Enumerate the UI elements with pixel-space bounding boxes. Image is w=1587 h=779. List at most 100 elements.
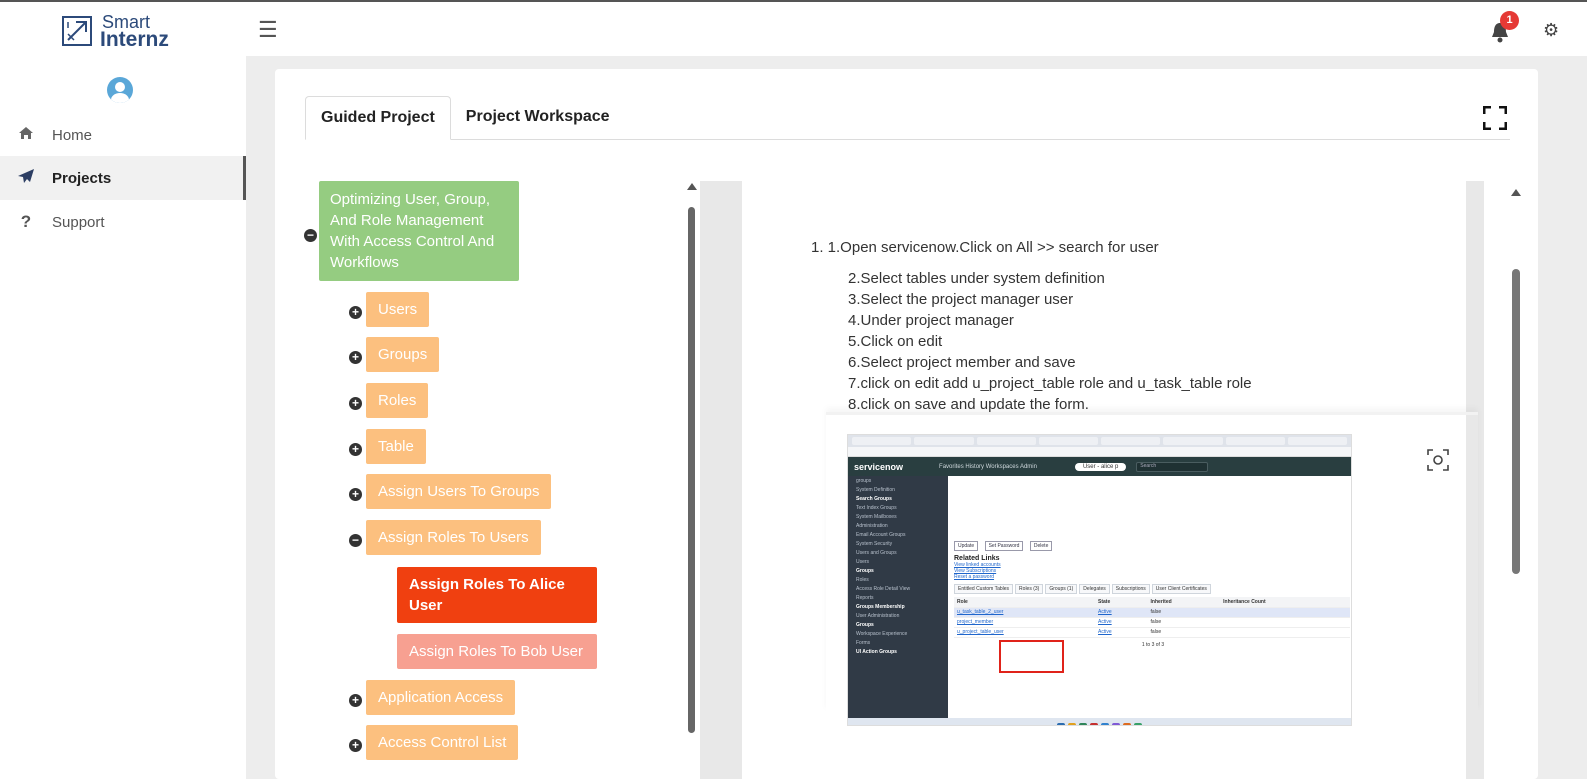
step-list: 1. 1.Open servicenow.Click on All >> sea… [811,237,1252,415]
sn-column-header: Inheritance Count [1220,597,1350,608]
sn-nav-item: Groups [856,622,874,628]
servicenow-menu: Favorites History Workspaces Admin [939,463,1037,470]
fullscreen-icon[interactable] [1482,105,1508,131]
sn-cell: false [1147,607,1221,618]
sidebar: Home Projects ? Support [0,56,246,779]
sn-roles-table: Role State Inherited Inheritance Count u… [954,597,1350,638]
sn-nav-item: System Definition [856,487,895,493]
sn-cell [1220,617,1350,628]
sn-nav-item: Workspace Experience [856,631,908,637]
sn-nav-item: Administration [856,523,888,529]
servicenow-nav: groups System Definition Search Groups T… [848,476,948,718]
sn-nav-item: Email Account Groups [856,532,906,538]
sn-cell: false [1147,627,1221,638]
step-item: 6.Select project member and save [848,354,1076,371]
tree-node-users[interactable]: Users [366,292,430,327]
sn-cell: Active [1095,617,1148,628]
expand-toggle-icon[interactable]: + [349,488,362,501]
tree-node-assign-users-to-groups[interactable]: Assign Users To Groups [366,474,552,509]
notifications-bell-icon[interactable]: 1 [1490,11,1519,43]
step-item: 1. 1.Open servicenow.Click on All >> sea… [811,239,1159,256]
paper-plane-icon [0,168,52,189]
sn-related-tabs: Entitled Custom Tables Roles (3) Groups … [954,584,1351,594]
servicenow-user-pill: User - alice p [1074,462,1127,471]
sidebar-item-support[interactable]: ? Support [0,200,246,244]
project-tree: − Optimizing User, Group, And Role Manag… [299,179,699,779]
sn-nav-item: Reports [856,595,874,601]
sn-set-password-button: Set Password [984,541,1024,551]
sn-nav-item: Groups [856,568,874,574]
sn-column-header: Inherited [1147,597,1221,608]
expand-toggle-icon[interactable]: + [349,306,362,319]
tree-node-table[interactable]: Table [366,429,426,464]
sn-cell: Active [1095,607,1148,618]
tree-scrollbar[interactable] [686,183,697,743]
expand-toggle-icon[interactable]: + [349,694,362,707]
sn-nav-item: Access Role Detail View [856,586,911,592]
scrollbar-thumb[interactable] [1512,269,1520,574]
expand-toggle-icon[interactable]: + [349,739,362,752]
step-item: 2.Select tables under system definition [848,270,1105,287]
sn-cell: u_project_table_user [954,627,1096,638]
sidebar-item-label: Support [52,213,105,231]
expand-toggle-icon[interactable]: + [349,351,362,364]
servicenow-header: servicenow Favorites History Workspaces … [848,457,1351,476]
scroll-up-arrow-icon[interactable] [1511,189,1521,196]
logo[interactable]: Smart Internz [62,13,169,50]
user-avatar[interactable] [107,77,133,103]
highlight-box [999,640,1064,673]
sn-related-links-title: Related Links [954,555,1000,562]
collapse-toggle-icon[interactable]: − [349,534,362,547]
sn-related-tab: Delegates [1079,584,1110,594]
menu-toggle-icon[interactable]: ☰ [258,19,278,41]
sidebar-item-home[interactable]: Home [0,113,246,157]
browser-url-bar [848,447,1351,457]
servicenow-search: Search [1136,461,1209,472]
expand-toggle-icon[interactable]: + [349,397,362,410]
sn-delete-button: Delete [1029,541,1053,551]
tree-node-assign-roles-to-bob-user[interactable]: Assign Roles To Bob User [397,634,597,669]
logo-mark-icon [62,16,92,46]
settings-gear-icon[interactable]: ⚙ [1543,21,1559,39]
step-item: 4.Under project manager [848,312,1014,329]
sidebar-item-label: Home [52,126,93,144]
content-scrollbar[interactable] [1510,183,1522,779]
tab-project-workspace[interactable]: Project Workspace [451,96,625,139]
embedded-screenshot[interactable]: servicenow Favorites History Workspaces … [847,434,1352,726]
sidebar-item-projects[interactable]: Projects [0,156,246,200]
sn-nav-item: Roles [856,577,869,583]
sn-related-tab: Groups (1) [1045,584,1078,594]
tab-bar: Guided Project Project Workspace [305,96,1510,140]
top-bar: Smart Internz ☰ 1 ⚙ [0,0,1587,56]
zoom-lens-icon[interactable] [1427,449,1449,471]
notification-badge: 1 [1500,11,1519,30]
sn-update-button: Update [954,541,979,551]
collapse-toggle-icon[interactable]: − [304,229,317,242]
tree-node-access-control-list[interactable]: Access Control List [366,725,519,760]
sn-nav-item: groups [856,478,872,484]
sn-nav-item: System Security [856,541,893,547]
tree-node-assign-roles-to-alice-user[interactable]: Assign Roles To Alice User [397,567,597,623]
tree-node-root[interactable]: Optimizing User, Group, And Role Managem… [319,181,519,281]
browser-tab-strip [848,435,1351,447]
step-item: 3.Select the project manager user [848,291,1074,308]
sn-related-tab: Entitled Custom Tables [954,584,1014,594]
sn-related-link: Reset a password [954,574,995,580]
tab-guided-project[interactable]: Guided Project [305,96,451,140]
sn-related-tab: Roles (3) [1015,584,1044,594]
tree-node-application-access[interactable]: Application Access [366,680,516,715]
servicenow-main: Update Set Password Delete Related Links… [948,476,1351,718]
sn-related-tab: Subscriptions [1111,584,1150,594]
tree-node-assign-roles-to-users[interactable]: Assign Roles To Users [366,520,541,555]
scrollbar-thumb[interactable] [688,207,695,733]
scroll-up-arrow-icon[interactable] [687,183,697,190]
tree-node-groups[interactable]: Groups [366,337,440,372]
sn-cell [1220,627,1350,638]
expand-toggle-icon[interactable]: + [349,443,362,456]
tree-node-roles[interactable]: Roles [366,383,429,418]
sn-cell [1220,607,1350,618]
sidebar-item-label: Projects [52,169,112,187]
sn-cell: u_task_table_2_user [954,607,1096,618]
sn-nav-item: System Mailboxes [856,514,897,520]
sn-column-header: State [1095,597,1148,608]
